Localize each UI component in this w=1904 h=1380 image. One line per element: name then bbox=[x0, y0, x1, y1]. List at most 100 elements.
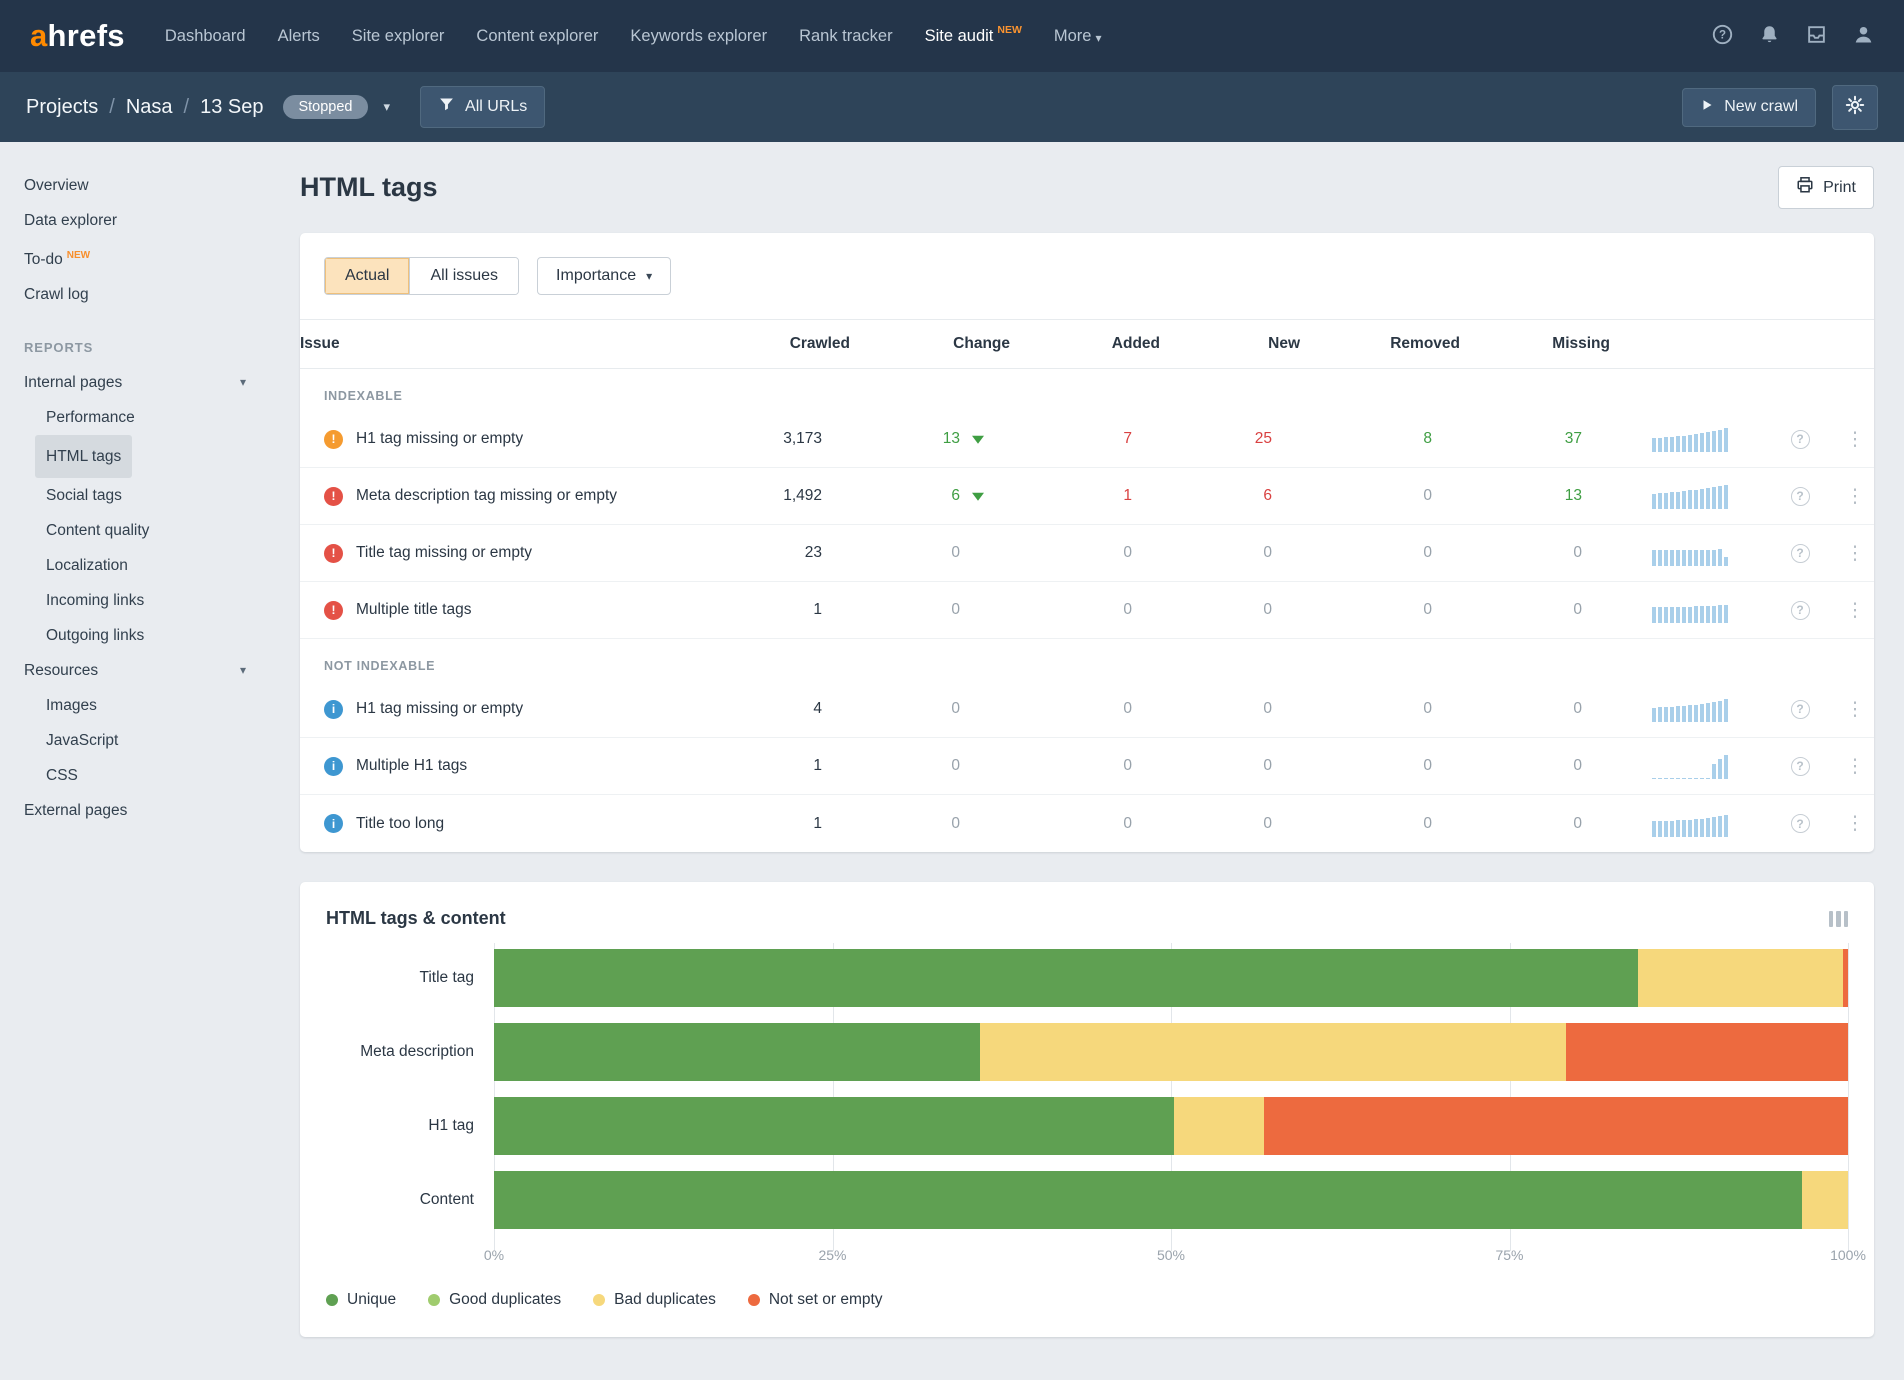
kebab-menu-icon[interactable] bbox=[1830, 428, 1880, 451]
nav-item-label: Site explorer bbox=[352, 27, 445, 46]
sparkline-bar bbox=[1658, 821, 1663, 836]
sidebar-item-localization[interactable]: Localization bbox=[24, 548, 282, 583]
help-icon[interactable] bbox=[1791, 757, 1810, 776]
issue-link[interactable]: H1 tag missing or empty bbox=[356, 430, 523, 448]
sidebar-item-javascript[interactable]: JavaScript bbox=[24, 723, 282, 758]
nav-item-content-explorer[interactable]: Content explorer bbox=[476, 27, 598, 46]
tab-all-issues[interactable]: All issues bbox=[409, 258, 518, 294]
category-label: Meta description bbox=[326, 1023, 494, 1081]
sidebar-item-css[interactable]: CSS bbox=[24, 758, 282, 793]
breadcrumb-item-13-sep[interactable]: 13 Sep bbox=[200, 96, 263, 119]
help-icon[interactable] bbox=[1791, 544, 1810, 563]
issue-cell[interactable]: i H1 tag missing or empty bbox=[300, 700, 720, 719]
sidebar-item-internal-pages[interactable]: Internal pages▾ bbox=[24, 365, 282, 400]
sidebar-item-crawl-log[interactable]: Crawl log bbox=[24, 277, 282, 312]
issue-cell[interactable]: !Title tag missing or empty bbox=[300, 544, 720, 563]
breadcrumb-item-nasa[interactable]: Nasa bbox=[126, 96, 173, 119]
sidebar-item-label: Incoming links bbox=[46, 583, 144, 618]
nav-item-dashboard[interactable]: Dashboard bbox=[165, 27, 246, 46]
kebab-menu-icon[interactable] bbox=[1830, 485, 1880, 508]
sidebar-item-external-pages[interactable]: External pages bbox=[24, 793, 282, 828]
sparkline-bar bbox=[1694, 434, 1699, 452]
column-settings-icon[interactable] bbox=[1829, 911, 1849, 927]
inbox-button[interactable] bbox=[1806, 24, 1827, 48]
help-icon[interactable] bbox=[1791, 430, 1810, 449]
help-button[interactable]: ? bbox=[1712, 24, 1733, 48]
sparkline-bar bbox=[1718, 701, 1723, 722]
issue-link[interactable]: Multiple title tags bbox=[356, 601, 471, 619]
column-header-new[interactable]: New bbox=[1160, 320, 1300, 368]
nav-item-rank-tracker[interactable]: Rank tracker bbox=[799, 27, 893, 46]
sidebar-item-resources[interactable]: Resources▾ bbox=[24, 653, 282, 688]
nav-item-more[interactable]: More▾ bbox=[1054, 27, 1102, 46]
sidebar-item-data-explorer[interactable]: Data explorer bbox=[24, 203, 282, 238]
sidebar-item-html-tags[interactable]: HTML tags bbox=[24, 435, 282, 478]
issue-cell[interactable]: !H1 tag missing or empty bbox=[300, 430, 720, 449]
removed-cell: 0 bbox=[1300, 544, 1460, 562]
notice-blue: i bbox=[324, 700, 343, 719]
tab-actual[interactable]: Actual bbox=[325, 258, 409, 294]
column-header-change[interactable]: Change bbox=[850, 320, 1010, 368]
nav-item-label: Rank tracker bbox=[799, 27, 893, 46]
issue-link[interactable]: Title too long bbox=[356, 815, 444, 833]
new-crawl-button[interactable]: New crawl bbox=[1682, 88, 1816, 127]
sidebar-item-social-tags[interactable]: Social tags bbox=[24, 478, 282, 513]
category-label: Content bbox=[326, 1171, 494, 1229]
added-cell: 0 bbox=[1010, 700, 1160, 718]
column-header-removed[interactable]: Removed bbox=[1300, 320, 1460, 368]
added-cell: 0 bbox=[1010, 757, 1160, 775]
trend-sparkline bbox=[1610, 540, 1770, 566]
issue-link[interactable]: Multiple H1 tags bbox=[356, 757, 467, 775]
kebab-menu-icon[interactable] bbox=[1830, 698, 1880, 721]
issue-cell[interactable]: !Meta description tag missing or empty bbox=[300, 487, 720, 506]
help-icon[interactable] bbox=[1791, 487, 1810, 506]
removed-cell-value: 0 bbox=[1423, 601, 1432, 618]
help-icon[interactable] bbox=[1791, 700, 1810, 719]
importance-dropdown[interactable]: Importance ▾ bbox=[537, 257, 671, 295]
issue-link[interactable]: Title tag missing or empty bbox=[356, 544, 532, 562]
added-cell: 0 bbox=[1010, 815, 1160, 833]
help-icon[interactable] bbox=[1791, 814, 1810, 833]
account-button[interactable] bbox=[1853, 24, 1874, 48]
sidebar-item-performance[interactable]: Performance bbox=[24, 400, 282, 435]
account-icon bbox=[1853, 24, 1874, 48]
nav-item-site-explorer[interactable]: Site explorer bbox=[352, 27, 445, 46]
missing-cell-value: 0 bbox=[1573, 815, 1582, 832]
all-urls-button[interactable]: All URLs bbox=[420, 86, 545, 128]
crawl-dropdown-caret[interactable]: ▾ bbox=[384, 99, 391, 115]
crawled-cell: 1,492 bbox=[720, 487, 850, 505]
column-header-issue[interactable]: Issue bbox=[300, 320, 720, 368]
kebab-menu-icon[interactable] bbox=[1830, 755, 1880, 778]
column-header-added[interactable]: Added bbox=[1010, 320, 1160, 368]
issue-cell[interactable]: iMultiple H1 tags bbox=[300, 757, 720, 776]
sidebar-item-label: Data explorer bbox=[24, 203, 117, 238]
sidebar-item-outgoing-links[interactable]: Outgoing links bbox=[24, 618, 282, 653]
sidebar-item-overview[interactable]: Overview bbox=[24, 168, 282, 203]
issue-cell[interactable]: iTitle too long bbox=[300, 814, 720, 833]
issues-toolbar: Actual All issues Importance ▾ bbox=[300, 233, 1874, 320]
sparkline-bar bbox=[1724, 485, 1729, 509]
column-header-crawled[interactable]: Crawled bbox=[720, 320, 850, 368]
sidebar-item-content-quality[interactable]: Content quality bbox=[24, 513, 282, 548]
kebab-menu-icon[interactable] bbox=[1830, 812, 1880, 835]
sidebar-item-to-do[interactable]: To-doNEW bbox=[24, 238, 282, 277]
bar-segment-unique bbox=[494, 1023, 980, 1081]
settings-button[interactable] bbox=[1832, 85, 1878, 130]
print-button[interactable]: Print bbox=[1778, 166, 1874, 209]
sidebar-item-incoming-links[interactable]: Incoming links bbox=[24, 583, 282, 618]
issue-cell[interactable]: !Multiple title tags bbox=[300, 601, 720, 620]
issue-link[interactable]: Meta description tag missing or empty bbox=[356, 487, 617, 505]
notifications-button[interactable] bbox=[1759, 24, 1780, 48]
breadcrumb-item-projects[interactable]: Projects bbox=[26, 96, 98, 119]
kebab-menu-icon[interactable] bbox=[1830, 599, 1880, 622]
issue-link[interactable]: H1 tag missing or empty bbox=[356, 700, 523, 718]
nav-item-alerts[interactable]: Alerts bbox=[278, 27, 320, 46]
column-header-missing[interactable]: Missing bbox=[1460, 320, 1610, 368]
nav-item-keywords-explorer[interactable]: Keywords explorer bbox=[630, 27, 767, 46]
sidebar-item-images[interactable]: Images bbox=[24, 688, 282, 723]
kebab-menu-icon[interactable] bbox=[1830, 542, 1880, 565]
sparkline-bar bbox=[1688, 820, 1693, 837]
nav-item-site-audit[interactable]: Site auditNEW bbox=[925, 27, 1022, 46]
help-icon[interactable] bbox=[1791, 601, 1810, 620]
ahrefs-logo[interactable]: ahrefs bbox=[30, 18, 125, 54]
